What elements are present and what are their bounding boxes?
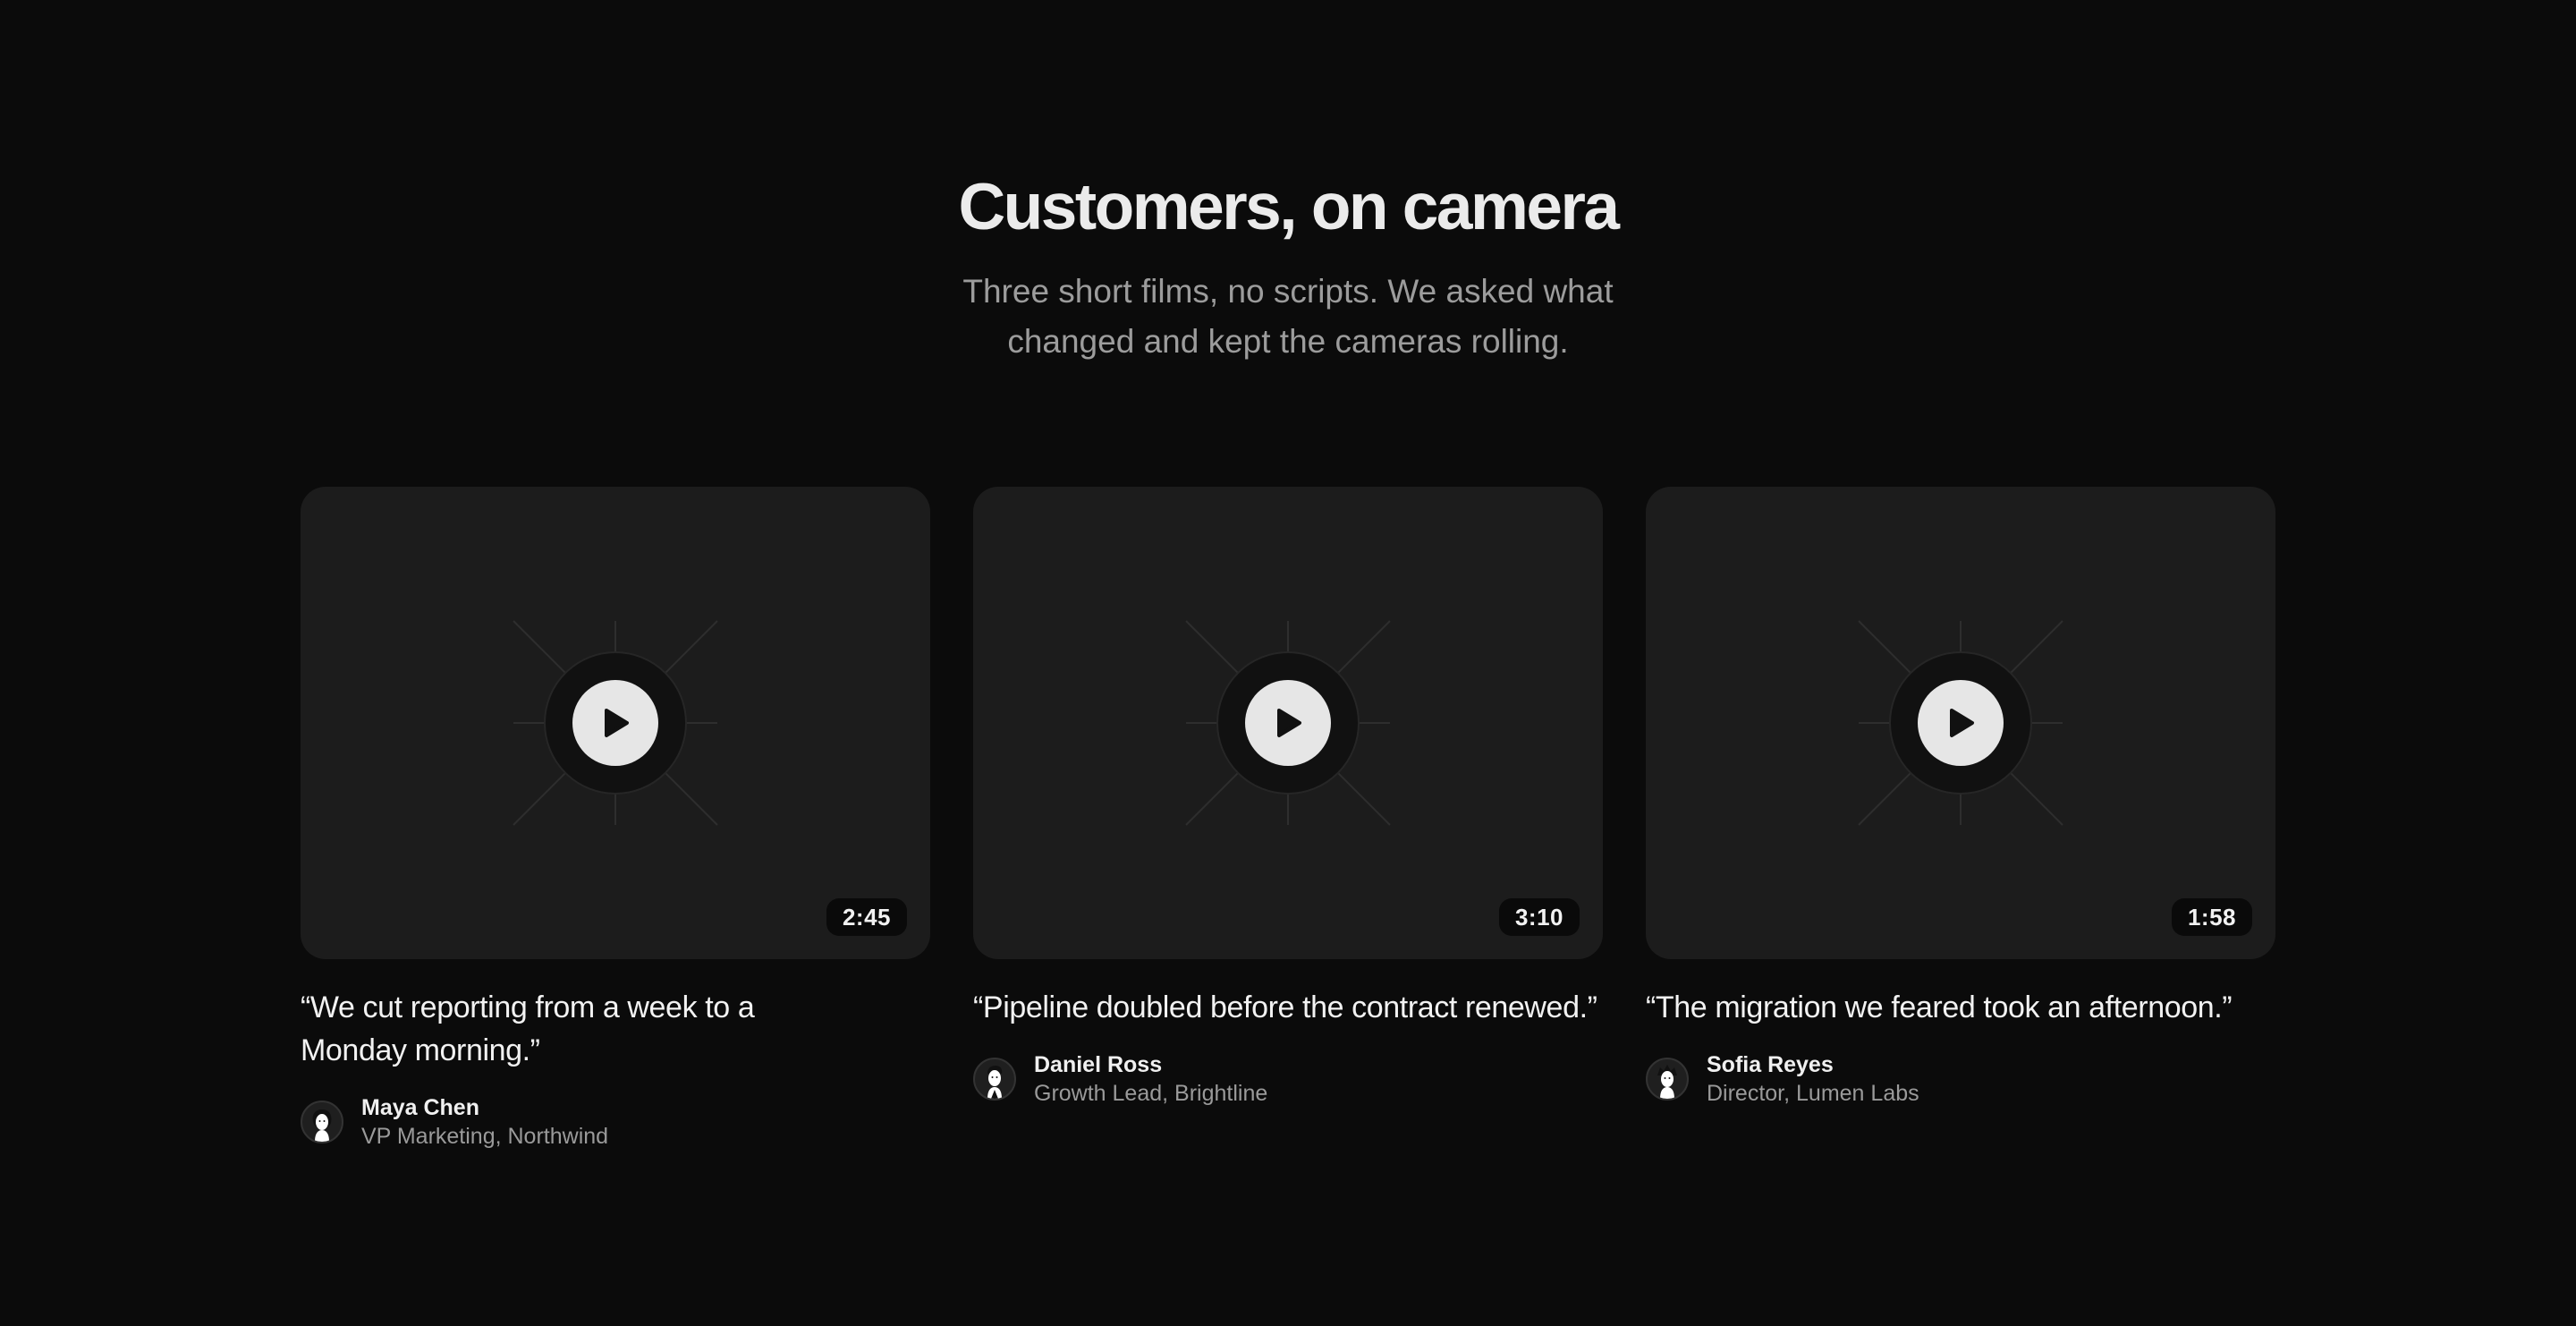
section-title: Customers, on camera xyxy=(958,171,1620,243)
author-name: Sofia Reyes xyxy=(1707,1052,1834,1077)
video-card: 1:58 “The migration we feared took an af… xyxy=(1646,487,2275,1151)
avatar xyxy=(973,1058,1016,1101)
avatar xyxy=(1646,1058,1689,1101)
video-card: 2:45 “We cut reporting from a week to a … xyxy=(301,487,930,1151)
play-button[interactable] xyxy=(1918,680,2004,766)
section-subtitle: Three short films, no scripts. We asked … xyxy=(962,273,1614,360)
duration-badge: 1:58 xyxy=(2171,898,2252,936)
testimonial-quote: “The migration we feared took an afterno… xyxy=(1646,990,2233,1024)
duration-badge: 3:10 xyxy=(1498,898,1580,936)
avatar-illustration-icon xyxy=(1657,1065,1677,1099)
author-role: Director, Lumen Labs xyxy=(1707,1081,1919,1106)
duration-badge: 2:45 xyxy=(826,898,907,936)
video-thumbnail[interactable]: 3:10 xyxy=(973,487,1603,959)
author: Daniel Ross Growth Lead, Brightline xyxy=(973,1050,1603,1108)
author: Sofia Reyes Director, Lumen Labs xyxy=(1646,1050,2275,1108)
avatar-illustration-icon xyxy=(987,1066,1003,1099)
avatar xyxy=(301,1101,343,1143)
video-thumbnail[interactable]: 1:58 xyxy=(1646,487,2275,959)
play-icon xyxy=(1277,709,1301,737)
testimonial-quote: “Pipeline doubled before the contract re… xyxy=(973,990,1597,1024)
avatar-illustration-icon xyxy=(312,1109,332,1142)
play-button[interactable] xyxy=(1245,680,1331,766)
video-card-list: 2:45 “We cut reporting from a week to a … xyxy=(301,487,2275,1151)
author-name: Daniel Ross xyxy=(1034,1052,1163,1077)
video-card: 3:10 “Pipeline doubled before the contra… xyxy=(973,487,1603,1151)
section-header: Customers, on camera Three short films, … xyxy=(0,168,2576,367)
author-role: VP Marketing, Northwind xyxy=(361,1124,609,1149)
play-button[interactable] xyxy=(572,680,658,766)
play-icon xyxy=(1950,709,1974,737)
video-thumbnail[interactable]: 2:45 xyxy=(301,487,930,959)
testimonial-quote: “We cut reporting from a week to a Monda… xyxy=(301,990,755,1067)
author: Maya Chen VP Marketing, Northwind xyxy=(301,1093,930,1151)
author-name: Maya Chen xyxy=(361,1095,479,1120)
play-icon xyxy=(605,709,629,737)
author-role: Growth Lead, Brightline xyxy=(1034,1081,1268,1106)
